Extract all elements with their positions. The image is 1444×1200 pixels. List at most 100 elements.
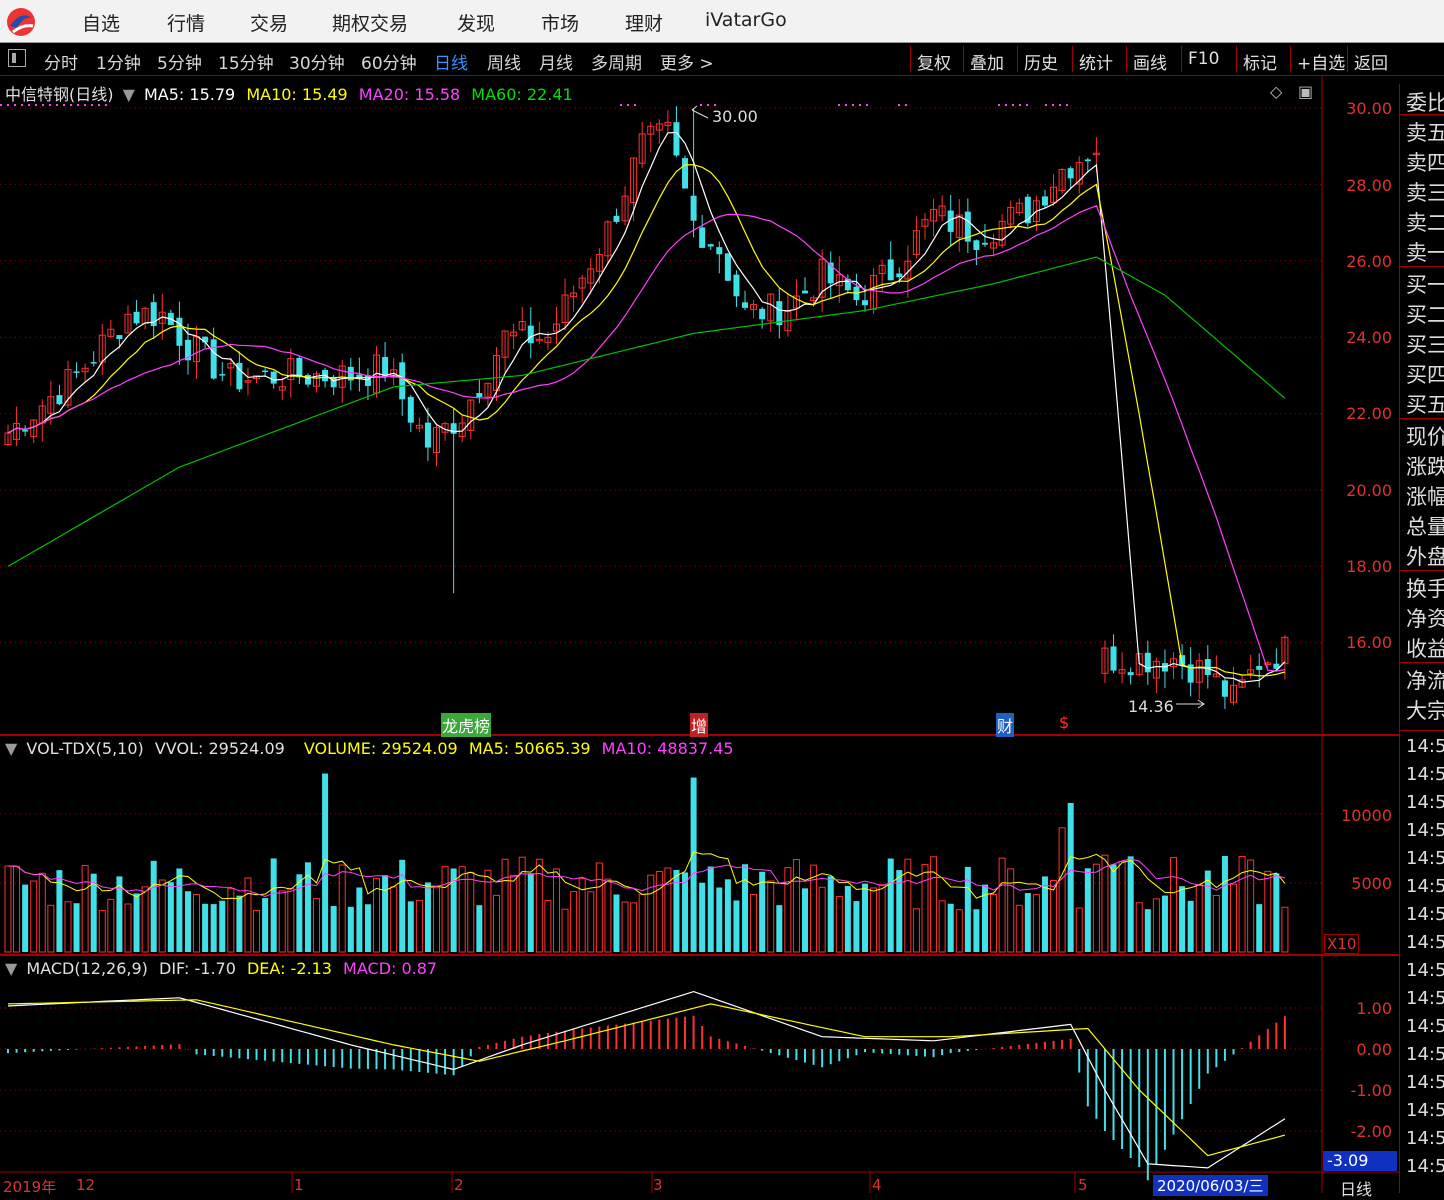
volume-bar: [304, 862, 311, 952]
volume-bar: [690, 777, 697, 952]
volume-bar: [38, 872, 46, 953]
volume-bar: [364, 904, 371, 952]
volume-bar: [853, 901, 860, 952]
macd-title[interactable]: MACD(12,26,9): [26, 959, 148, 978]
tick-time: 14:5: [1406, 988, 1444, 1009]
dif-value: DIF: -1.70: [159, 959, 236, 978]
candle-body: [742, 302, 749, 308]
panel-label: 涨幅: [1406, 485, 1444, 509]
candle-body: [613, 215, 620, 222]
volume-bar: [973, 909, 980, 952]
chart-canvas[interactable]: [0, 0, 1400, 1193]
volume-bar: [64, 901, 72, 953]
panel-label: 总量: [1406, 515, 1444, 539]
candle-body: [210, 339, 217, 379]
candle-body: [22, 430, 29, 432]
volume-bar: [776, 905, 783, 952]
volume-bar: [133, 893, 140, 952]
panel-label: 大宗: [1406, 699, 1444, 723]
volume-bar: [527, 873, 534, 952]
volume-bar: [244, 877, 252, 953]
panel-label: 收益: [1406, 637, 1444, 661]
volume-bar: [1179, 886, 1186, 952]
candle-body: [802, 290, 809, 294]
volume-bar: [938, 900, 946, 953]
panel-divider: [1400, 570, 1444, 571]
volume-bar: [767, 880, 775, 953]
volume-bar: [1161, 895, 1168, 952]
dea-value: DEA: -2.13: [246, 959, 332, 978]
candle-body: [424, 422, 431, 448]
volume-bar: [278, 890, 286, 953]
candle-body: [382, 357, 389, 377]
volume-title[interactable]: VOL-TDX(5,10): [26, 739, 143, 758]
volume-bar: [390, 886, 398, 953]
volume-bar: [1032, 894, 1040, 953]
volume-bar: [399, 859, 406, 952]
candle-body: [90, 362, 97, 364]
volume-bar: [630, 902, 638, 953]
panel-divider: [1400, 662, 1444, 663]
volume-bar: [604, 878, 612, 953]
volume-bar: [262, 898, 269, 952]
time-label-month: 3: [653, 1176, 663, 1194]
panel-label: 买五: [1406, 393, 1444, 417]
panel-label: 买一: [1406, 273, 1444, 297]
volume-bar: [141, 886, 149, 953]
tick-time: 14:5: [1406, 1072, 1444, 1093]
volume-bar: [202, 903, 209, 952]
window-icon[interactable]: ▣: [1298, 82, 1313, 101]
volume-ma5: MA5: 50665.39: [468, 739, 591, 758]
macd-tick: 0.00: [1356, 1040, 1392, 1059]
volume-bar: [1195, 883, 1203, 953]
volume-bar: [1058, 827, 1066, 953]
volume-bar: [947, 903, 954, 952]
panel-label: 买四: [1406, 363, 1444, 387]
chevron-down-icon[interactable]: ▼: [5, 959, 17, 978]
event-dividend-badge[interactable]: $: [1058, 713, 1070, 732]
price-tick: 24.00: [1346, 328, 1392, 347]
volume-bar: [30, 880, 38, 953]
volume-bar: [1084, 868, 1091, 952]
macd-cursor-value: -3.09: [1323, 1151, 1397, 1171]
diamond-icon[interactable]: ◇: [1270, 82, 1282, 101]
panel-label: 换手: [1406, 577, 1444, 601]
candle-body: [1067, 168, 1074, 179]
volume-bar: [501, 858, 509, 953]
macd-tick: 1.00: [1356, 999, 1392, 1018]
chevron-down-icon[interactable]: ▼: [5, 739, 17, 758]
candle-body: [673, 122, 680, 156]
panel-label: 买三: [1406, 333, 1444, 357]
candle-body: [296, 357, 303, 378]
volume-bar: [1007, 868, 1015, 953]
volume-bar: [313, 898, 321, 953]
vvol-value: VVOL: 29524.09: [154, 739, 285, 758]
candle-body: [56, 395, 63, 405]
volume-bar: [81, 865, 89, 953]
time-label-month: 12: [76, 1176, 96, 1194]
event-dragon-tiger-badge[interactable]: 龙虎榜: [441, 713, 492, 737]
time-label-month: 2: [454, 1176, 464, 1194]
ma20-legend: MA20: 15.58: [358, 85, 461, 104]
ma5-legend: MA5: 15.79: [144, 85, 236, 104]
ma60-line: [7, 256, 1286, 567]
panel-label: 净资: [1406, 607, 1444, 631]
candle-body: [133, 311, 140, 324]
volume-bar: [561, 908, 569, 953]
stock-title[interactable]: 中信特钢(日线): [5, 85, 114, 104]
candle-body: [399, 362, 406, 400]
candle-body: [716, 247, 723, 255]
main-chart-legend: 中信特钢(日线) ▼ MA5: 15.79 MA10: 15.49 MA20: …: [5, 81, 573, 105]
price-tick: 28.00: [1346, 176, 1392, 195]
volume-bar: [4, 865, 12, 953]
event-increase-badge[interactable]: 增: [690, 713, 709, 737]
volume-bar: [98, 909, 106, 953]
volume-bar: [236, 895, 243, 952]
volume-bar: [347, 906, 354, 952]
volume-bar: [1273, 873, 1280, 952]
volume-bar: [887, 858, 894, 952]
event-finance-badge[interactable]: 财: [996, 713, 1015, 737]
volume-bar: [827, 876, 834, 952]
volume-legend: ▼ VOL-TDX(5,10) VVOL: 29524.09 VOLUME: 2…: [5, 739, 734, 758]
chevron-down-icon[interactable]: ▼: [123, 85, 135, 104]
